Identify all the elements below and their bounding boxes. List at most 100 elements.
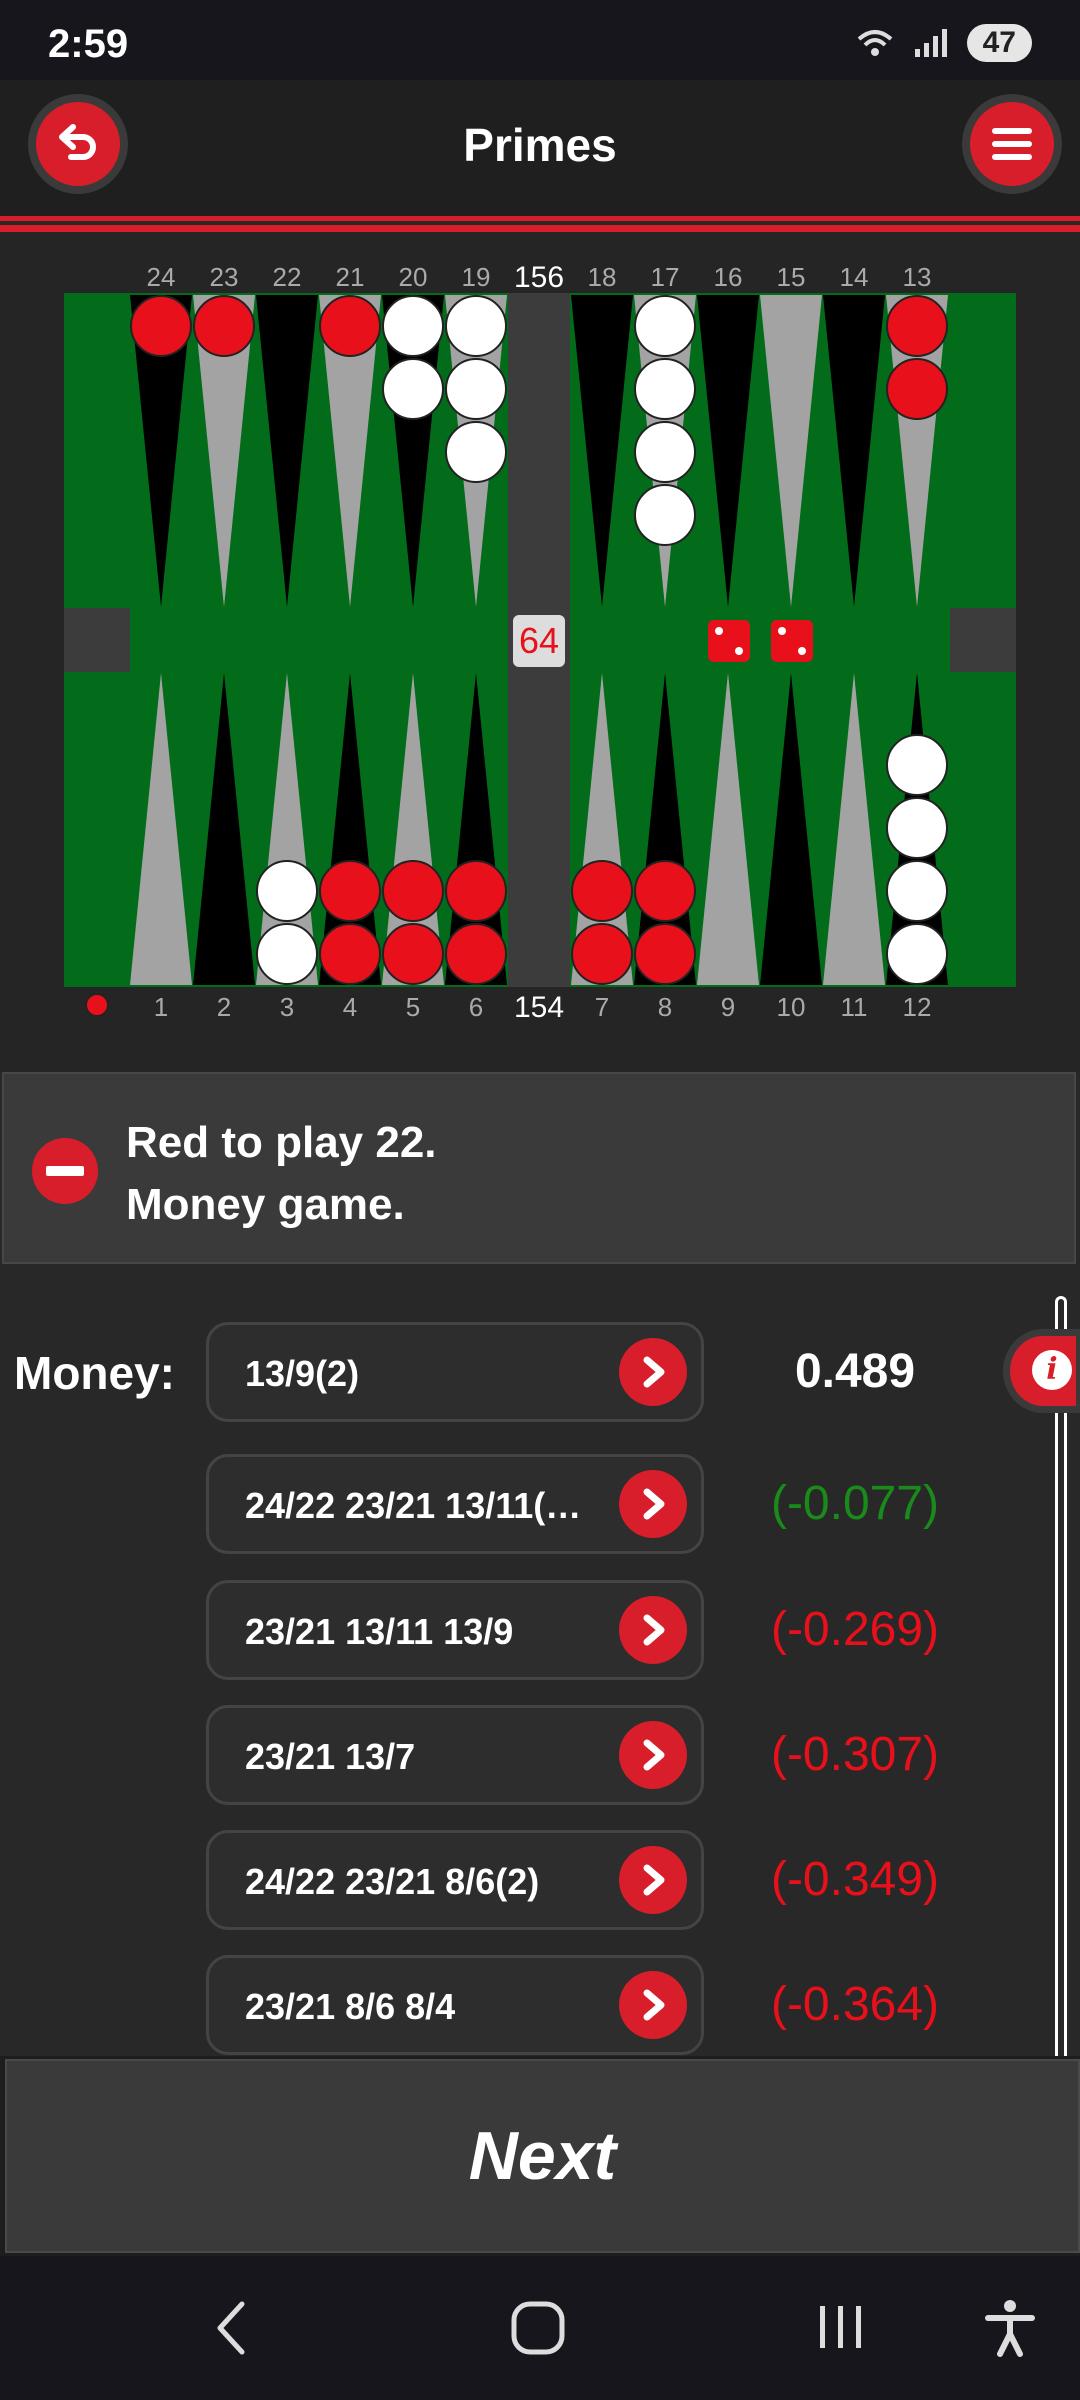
turn-indicator: [85, 993, 109, 1017]
cube-value: 64: [519, 620, 559, 661]
move-equity: (-0.077): [770, 1477, 940, 1530]
move-option-button[interactable]: 13/9(2): [206, 1322, 704, 1422]
next-button[interactable]: Next: [5, 2059, 1080, 2253]
die-2: [771, 620, 813, 662]
checker-white: [886, 734, 948, 796]
chevron-right-icon[interactable]: [619, 1470, 687, 1538]
checker-red: [634, 860, 696, 922]
pip-count-bottom: 154: [514, 991, 564, 1024]
move-equity: 0.489: [794, 1345, 916, 1398]
nav-home-icon[interactable]: [510, 2300, 566, 2356]
chevron-right-icon[interactable]: [619, 1721, 687, 1789]
info-button[interactable]: i: [1010, 1336, 1076, 1406]
point-label-bottom: 6: [469, 992, 483, 1022]
checker-red: [130, 295, 192, 357]
chevron-right-icon[interactable]: [619, 1846, 687, 1914]
point-label-top: 13: [903, 262, 932, 292]
page-title: Primes: [463, 119, 617, 171]
point-label-top: 18: [588, 262, 617, 292]
hamburger-menu-icon: [992, 128, 1032, 160]
die-pip: [778, 627, 786, 635]
status-icons: 47: [855, 24, 1032, 62]
point-label-top: 14: [840, 262, 869, 292]
point-label-top: 16: [714, 262, 743, 292]
checker-red: [319, 295, 381, 357]
checker-red: [886, 295, 948, 357]
chevron-right-icon[interactable]: [619, 1971, 687, 2039]
money-label: Money:: [14, 1347, 175, 1399]
move-text: 24/22 23/21 13/11(…: [245, 1485, 582, 1526]
point-label-top: 23: [210, 262, 239, 292]
board-area: 24 23 22 21 20 19 18 17 16 15 14 13 1 2 3 4 5 6 7 8 9 10 11 12 1…: [0, 232, 1080, 1072]
move-option-button[interactable]: 23/21 8/6 8/4: [206, 1955, 704, 2055]
wifi-icon: [857, 30, 892, 56]
chevron-right-icon[interactable]: [619, 1338, 687, 1406]
checker-red: [634, 923, 696, 985]
point-label-bottom: 5: [406, 992, 420, 1022]
checker-white: [886, 923, 948, 985]
checker-white: [445, 358, 507, 420]
point-label-bottom: 3: [280, 992, 294, 1022]
next-bar: Next: [0, 2056, 1080, 2256]
checker-white: [634, 295, 696, 357]
move-option-button[interactable]: 24/22 23/21 13/11(…: [206, 1454, 704, 1554]
checker-white: [886, 797, 948, 859]
left-rail: [64, 608, 130, 672]
checker-red: [193, 295, 255, 357]
battery-indicator: 47: [966, 24, 1032, 62]
scrollbar[interactable]: [1055, 1296, 1067, 2056]
die-pip: [798, 647, 806, 655]
checker-red: [319, 860, 381, 922]
app-bar: Primes: [0, 80, 1080, 218]
checker-white: [256, 923, 318, 985]
checker-white: [256, 860, 318, 922]
checker-red: [319, 923, 381, 985]
position-info-text: Red to play 22. Money game.: [126, 1112, 437, 1236]
header-divider: [0, 216, 1080, 221]
checker-white: [382, 358, 444, 420]
accessibility-icon[interactable]: [984, 2298, 1036, 2358]
die-pip: [735, 647, 743, 655]
position-info-panel: Red to play 22. Money game.: [2, 1072, 1076, 1264]
move-option-button[interactable]: 23/21 13/7: [206, 1705, 704, 1805]
checker-red: [382, 923, 444, 985]
status-bar: 2:59 47: [0, 0, 1080, 80]
checker-red: [886, 358, 948, 420]
move-equity: (-0.307): [770, 1728, 940, 1781]
point-label-bottom: 2: [217, 992, 231, 1022]
minus-circle-icon: [32, 1138, 98, 1204]
checker-red: [445, 923, 507, 985]
info-icon: i: [1032, 1350, 1072, 1390]
point-label-bottom: 4: [343, 992, 357, 1022]
checker-white: [634, 358, 696, 420]
signal-icon: [914, 29, 947, 57]
point-label-bottom: 12: [903, 992, 932, 1022]
move-option-button[interactable]: 24/22 23/21 8/6(2): [206, 1830, 704, 1930]
point-label-bottom: 9: [721, 992, 735, 1022]
point-label-top: 19: [462, 262, 491, 292]
move-equity: (-0.349): [770, 1853, 940, 1906]
move-text: 24/22 23/21 8/6(2): [245, 1861, 540, 1902]
nav-back-icon[interactable]: [212, 2300, 252, 2356]
checker-red: [571, 860, 633, 922]
point-label-bottom: 7: [595, 992, 609, 1022]
point-label-bottom: 11: [841, 992, 868, 1022]
move-option-button[interactable]: 23/21 13/11 13/9: [206, 1580, 704, 1680]
move-text: 13/9(2): [245, 1353, 360, 1394]
status-time: 2:59: [48, 22, 129, 66]
checker-red: [445, 860, 507, 922]
point-label-top: 21: [336, 262, 365, 292]
point-label-bottom: 1: [154, 992, 168, 1022]
point-label-top: 24: [147, 262, 176, 292]
chevron-right-icon[interactable]: [619, 1596, 687, 1664]
menu-button[interactable]: [970, 102, 1054, 186]
checker-white: [445, 421, 507, 483]
nav-recents-icon[interactable]: [816, 2302, 866, 2352]
move-equity: (-0.364): [770, 1978, 940, 2031]
checker-red: [571, 923, 633, 985]
point-label-top: 20: [399, 262, 428, 292]
checker-white: [634, 484, 696, 546]
backgammon-board[interactable]: 24 23 22 21 20 19 18 17 16 15 14 131 2 3 4 5 6 7 8 9 10 11 121…: [0, 232, 1080, 1072]
checker-white: [445, 295, 507, 357]
move-text: 23/21 13/7: [245, 1736, 416, 1777]
